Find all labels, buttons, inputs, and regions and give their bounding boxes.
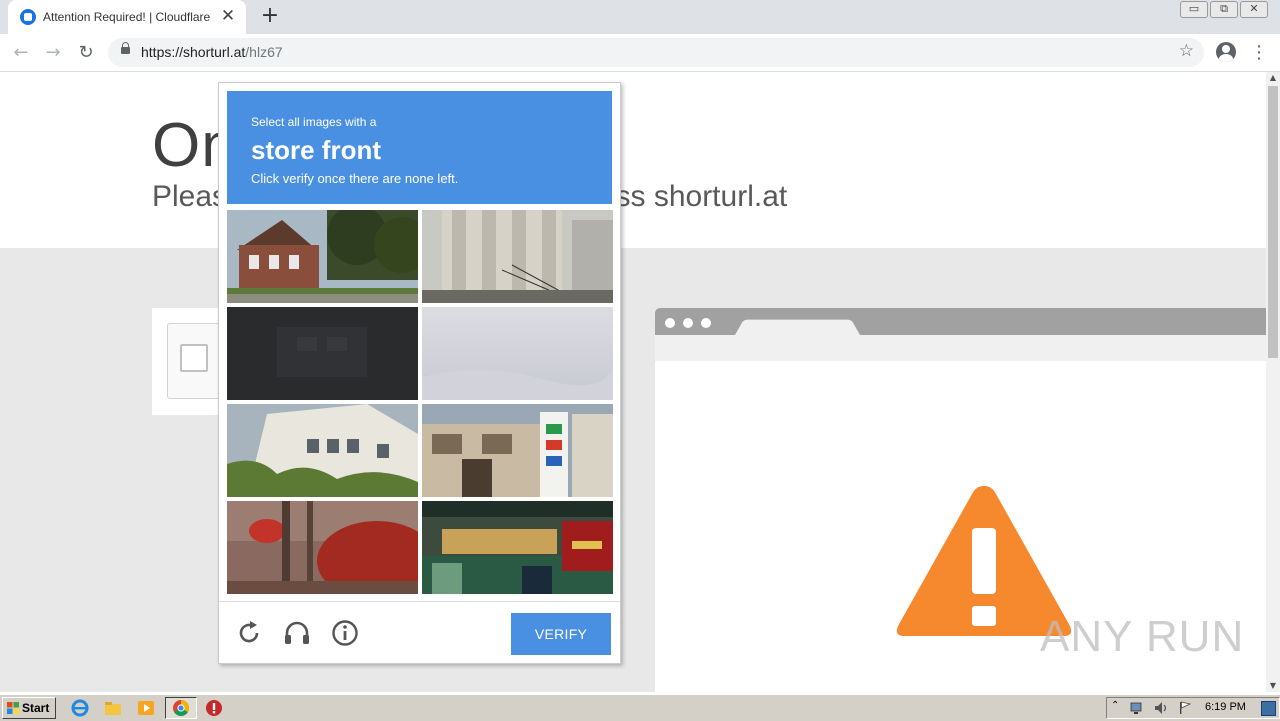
volume-icon[interactable] (1153, 700, 1169, 716)
cloudflare-favicon-icon (20, 9, 36, 25)
recaptcha-challenge: Select all images with a store front Cli… (218, 82, 621, 664)
taskbar-chrome-active[interactable] (165, 697, 197, 719)
reload-button[interactable]: ↻ (73, 40, 99, 66)
media-player-icon[interactable] (137, 699, 155, 717)
illustration-dot (683, 318, 693, 328)
browser-menu-icon[interactable]: ⋮ (1250, 40, 1268, 66)
url-host: https://shorturl.at (141, 44, 246, 60)
taskbar: Start ⌃ 6:19 PM (0, 694, 1280, 721)
illustration-dot (701, 318, 711, 328)
reload-icon[interactable] (234, 618, 264, 648)
tab-active[interactable]: Attention Required! | Cloudflare ✕ (8, 0, 246, 34)
action-center-flag-icon[interactable] (1177, 700, 1193, 716)
internet-explorer-icon[interactable] (71, 699, 89, 717)
show-desktop-icon[interactable] (1261, 701, 1276, 716)
image-tile-building[interactable] (227, 404, 418, 497)
challenge-hint: Click verify once there are none left. (251, 171, 459, 186)
illustration-tab (735, 319, 860, 335)
info-icon[interactable] (330, 618, 360, 648)
chrome-icon (173, 700, 189, 716)
challenge-target: store front (251, 135, 381, 165)
network-icon[interactable] (1129, 700, 1145, 716)
image-tile-sky[interactable] (422, 307, 613, 400)
challenge-footer: VERIFY (219, 601, 620, 664)
image-tile-japanese-storefront[interactable] (422, 404, 613, 497)
minimize-button[interactable]: ▭ (1180, 1, 1208, 18)
tab-title: Attention Required! | Cloudflare (43, 10, 211, 24)
challenge-header: Select all images with a store front Cli… (227, 91, 612, 204)
url-text[interactable]: https://shorturl.at/hlz67 (141, 44, 283, 60)
windows-logo-icon (7, 702, 19, 714)
new-tab-button[interactable]: + (258, 4, 282, 28)
forward-button[interactable]: → (40, 40, 66, 66)
challenge-instruction: Select all images with a (251, 115, 377, 129)
address-bar[interactable]: https://shorturl.at/hlz67 ☆ (108, 38, 1204, 67)
verify-button[interactable]: VERIFY (511, 613, 611, 655)
tab-strip: Attention Required! | Cloudflare ✕ + ▭ ⧉… (0, 0, 1280, 34)
tray-expand-icon[interactable]: ⌃ (1111, 700, 1119, 711)
profile-avatar-icon[interactable] (1216, 42, 1236, 62)
start-label: Start (22, 701, 50, 715)
image-tile-house[interactable] (227, 210, 418, 303)
illustration-strip (655, 335, 1266, 361)
image-tile-tower[interactable] (422, 210, 613, 303)
scroll-up-arrow-icon[interactable]: ▲ (1266, 72, 1280, 84)
close-window-button[interactable]: ✕ (1240, 1, 1268, 18)
bookmark-star-icon[interactable]: ☆ (1179, 41, 1194, 61)
audio-icon[interactable] (282, 618, 312, 648)
red-alert-icon[interactable] (205, 699, 223, 717)
scroll-down-arrow-icon[interactable]: ▼ (1266, 680, 1280, 692)
illustration-dot (665, 318, 675, 328)
recaptcha-checkbox[interactable] (180, 344, 208, 372)
browser-toolbar: ← → ↻ https://shorturl.at/hlz67 ☆ ⋮ (0, 34, 1280, 72)
start-button[interactable]: Start (2, 697, 56, 719)
url-path: /hlz67 (245, 44, 283, 60)
page-scrollbar[interactable]: ▲ ▼ (1266, 72, 1280, 692)
lock-icon[interactable] (121, 42, 130, 54)
restore-button[interactable]: ⧉ (1210, 1, 1238, 18)
page-content: On Pleas to access shorturl.at A (0, 72, 1266, 692)
clock[interactable]: 6:19 PM (1205, 701, 1246, 713)
file-explorer-icon[interactable] (104, 699, 122, 717)
illustration-titlebar (655, 308, 1266, 335)
back-button[interactable]: ← (8, 40, 34, 66)
image-tile-blur-red[interactable] (227, 501, 418, 594)
image-tile-shop-sign[interactable] (422, 501, 613, 594)
window-controls: ▭ ⧉ ✕ (1180, 1, 1268, 18)
scroll-thumb[interactable] (1268, 86, 1278, 358)
anyrun-watermark: ANY RUN (1040, 612, 1245, 661)
system-tray: ⌃ 6:19 PM (1106, 697, 1280, 719)
tab-close-icon[interactable]: ✕ (218, 6, 238, 26)
image-tile-dark[interactable] (227, 307, 418, 400)
